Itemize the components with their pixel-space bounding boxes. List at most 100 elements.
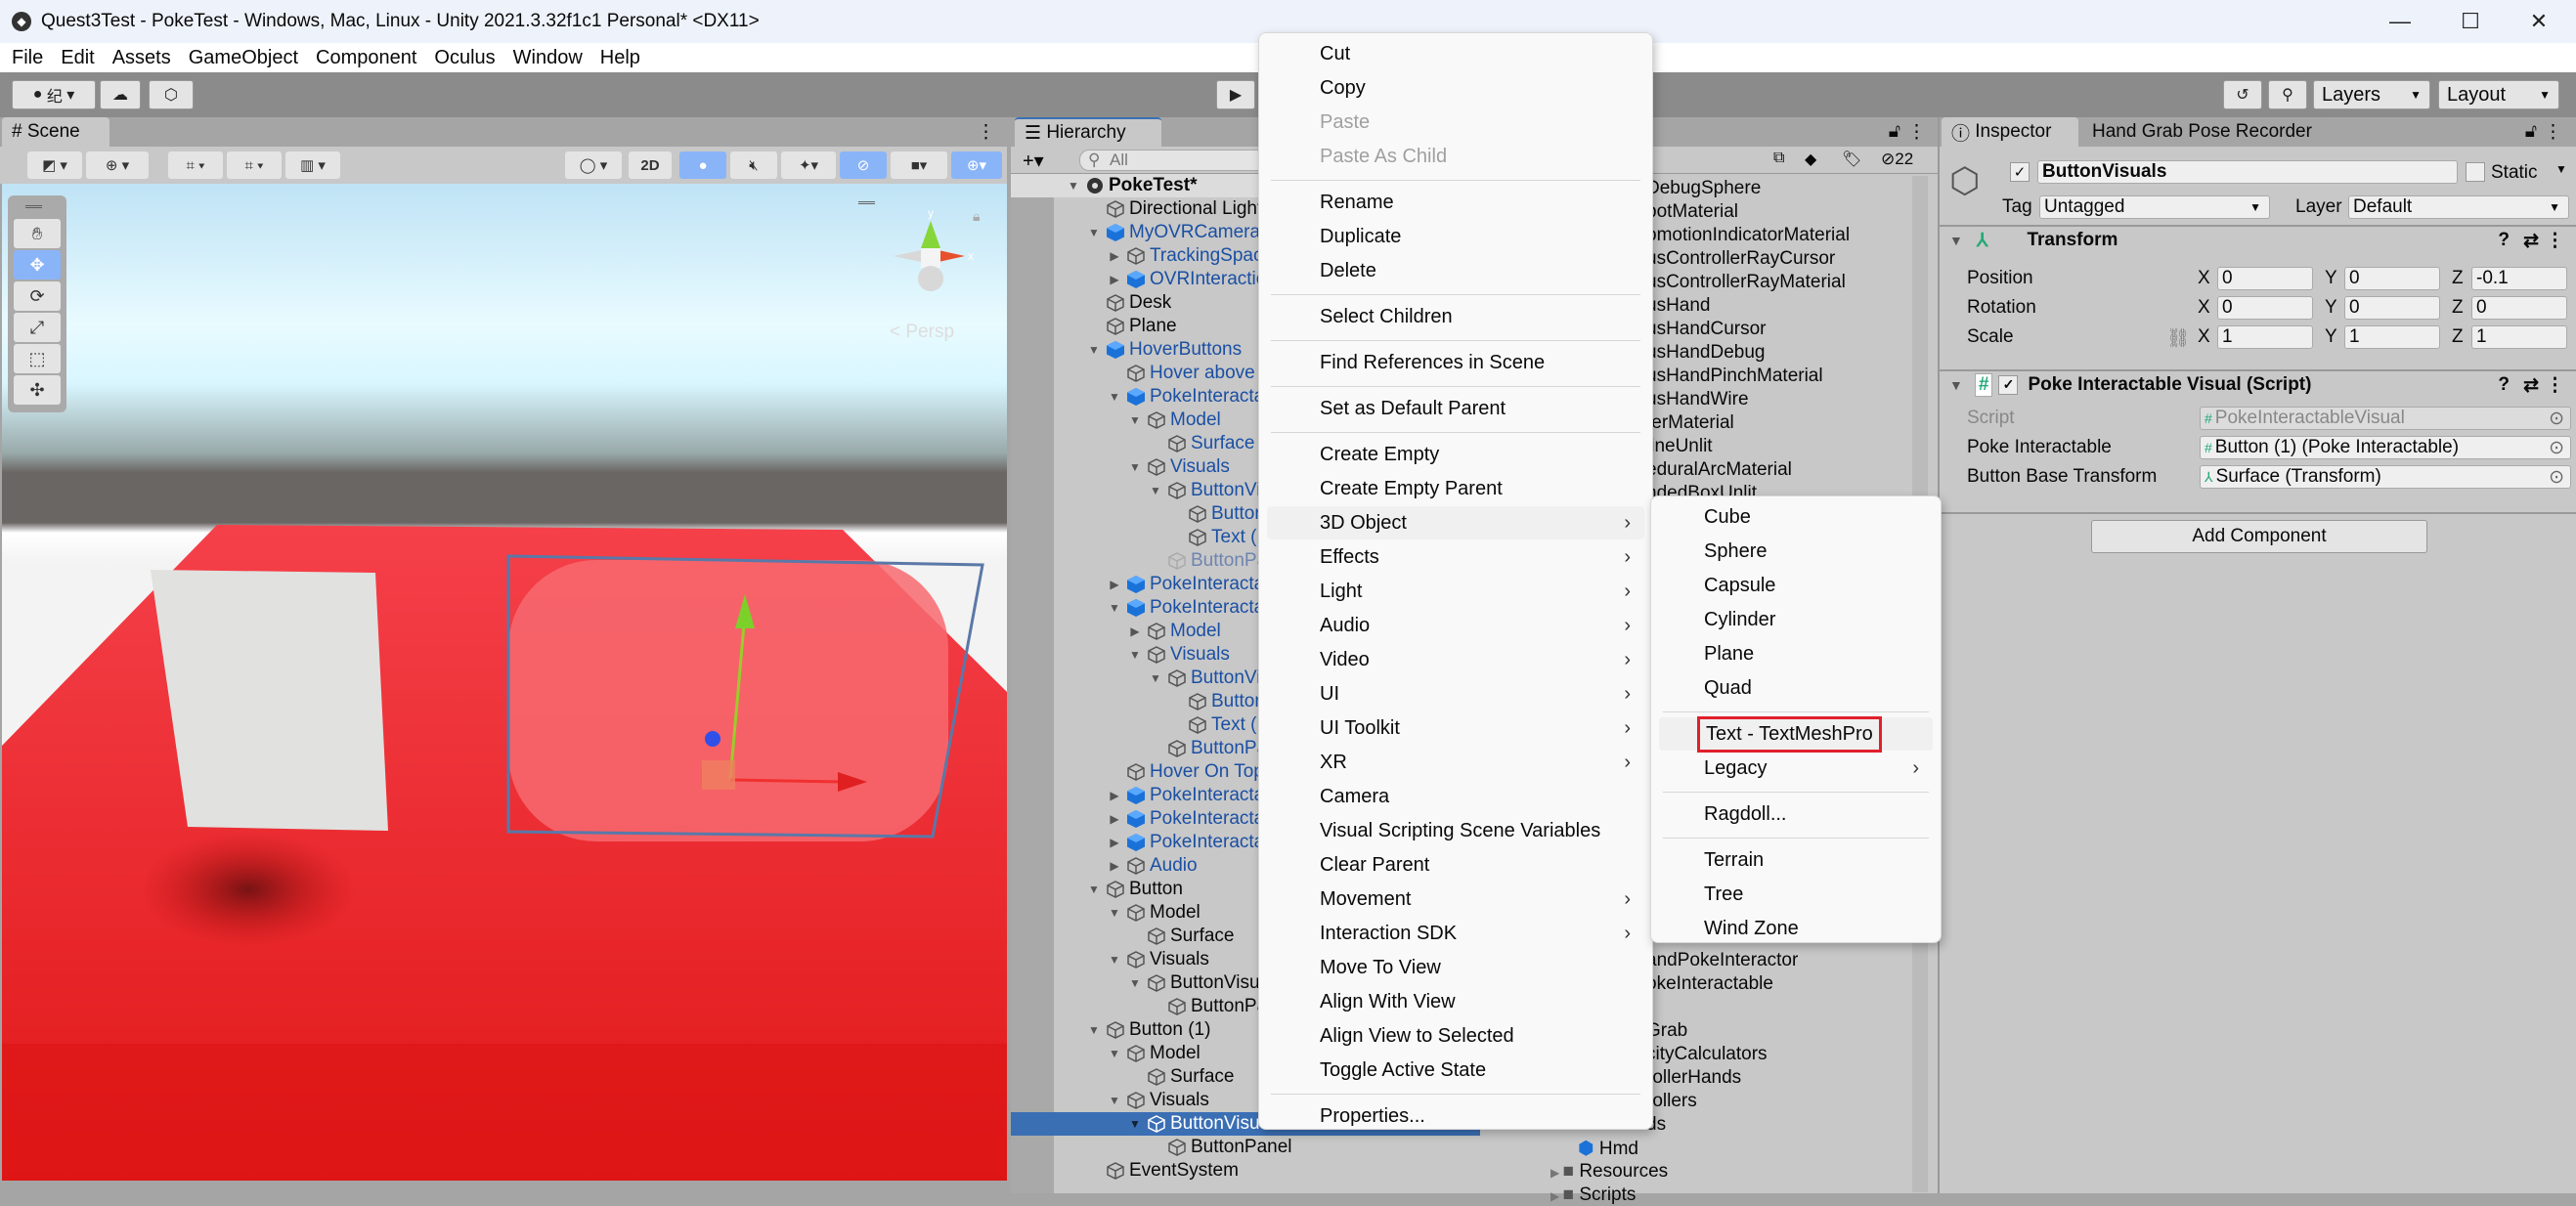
add-component-button[interactable]: Add Component <box>2091 520 2427 553</box>
hierarchy-item[interactable]: Desk <box>1086 291 1171 315</box>
lock-icon[interactable]: 🔒︎ <box>973 208 980 225</box>
project-item[interactable]: usHandWire <box>1646 389 1749 410</box>
hierarchy-item[interactable]: ▼ Visuals <box>1127 643 1230 667</box>
scene-visibility-toggle[interactable]: ⊘ <box>840 151 887 179</box>
hierarchy-item[interactable]: ▼ Model <box>1107 1042 1201 1065</box>
menu-item-ui-toolkit[interactable]: UI Toolkit › <box>1267 711 1644 745</box>
snap-increment-dropdown[interactable]: ⌗ ▾ <box>227 151 282 179</box>
label-icon[interactable]: 🏷︎ <box>1842 150 1861 169</box>
expand-down-icon[interactable]: ▼ <box>1127 413 1143 427</box>
preset-icon[interactable]: ⇄ <box>2523 230 2539 252</box>
project-item[interactable]: cityCalculators <box>1646 1044 1768 1065</box>
draw-mode-dropdown[interactable]: ◩ ▾ <box>27 151 82 179</box>
expand-down-icon[interactable]: ▼ <box>1086 226 1102 239</box>
menu-item-rename[interactable]: Rename <box>1267 186 1644 219</box>
menu-item-3d-object[interactable]: 3D Object › <box>1267 506 1644 539</box>
tab-scene[interactable]: # Scene <box>2 117 109 147</box>
rect-tool[interactable]: ⬚ <box>14 344 61 373</box>
menu-file[interactable]: File <box>12 47 43 69</box>
component-menu-icon[interactable]: ⋮ <box>2546 230 2564 252</box>
project-folder[interactable]: ▶ ■ Scripts <box>1550 1184 1636 1206</box>
hierarchy-item[interactable]: Surface <box>1127 925 1234 948</box>
hierarchy-item[interactable]: ButtonPanel <box>1148 1136 1292 1159</box>
project-item[interactable]: usHandPinchMaterial <box>1646 366 1823 387</box>
menu-item-create-empty[interactable]: Create Empty <box>1267 438 1644 471</box>
menu-item-align-view-to-selected[interactable]: Align View to Selected <box>1267 1019 1644 1053</box>
project-item[interactable]: rollerHands <box>1646 1067 1741 1089</box>
project-item[interactable]: andPokeInteractor <box>1646 950 1798 971</box>
lock-icon[interactable]: 🔓︎ <box>2525 121 2537 143</box>
orientation-gizmo[interactable]: y x <box>882 207 980 305</box>
object-reference-field[interactable]: # Button (1) (Poke Interactable) ⊙ <box>2200 436 2571 459</box>
menu-item-delete[interactable]: Delete <box>1267 254 1644 287</box>
rotation-y-input[interactable]: 0 <box>2344 296 2440 320</box>
tab-hierarchy[interactable]: ☰ Hierarchy <box>1015 117 1161 147</box>
lock-icon[interactable]: 🔓︎ <box>1889 121 1900 143</box>
expand-down-icon[interactable]: ▼ <box>1127 460 1143 474</box>
menu-item-tree[interactable]: Tree <box>1659 878 1933 911</box>
menu-item-text-textmeshpro[interactable]: Text - TextMeshPro <box>1659 715 1933 753</box>
hierarchy-item[interactable]: ▼ Model <box>1107 901 1201 925</box>
menu-component[interactable]: Component <box>316 47 416 69</box>
project-folder[interactable]: ▶ ■ Resources <box>1550 1161 1668 1183</box>
search-by-type-icon[interactable]: ⧉ <box>1773 150 1784 167</box>
project-item[interactable]: terMaterial <box>1646 412 1734 434</box>
hierarchy-item[interactable]: Surface <box>1148 432 1254 455</box>
hierarchy-item[interactable]: Text ( <box>1168 526 1256 549</box>
search-button[interactable]: ⚲ <box>2268 80 2307 109</box>
position-z-input[interactable]: -0.1 <box>2471 267 2567 290</box>
menu-window[interactable]: Window <box>513 47 583 69</box>
menu-item-interaction-sdk[interactable]: Interaction SDK › <box>1267 917 1644 950</box>
menu-item-cylinder[interactable]: Cylinder <box>1659 603 1933 636</box>
expand-right-icon[interactable]: ▶ <box>1107 578 1122 591</box>
expand-down-icon[interactable]: ▼ <box>1107 390 1122 404</box>
hierarchy-item[interactable]: ▼ Visuals <box>1127 455 1230 479</box>
menu-item-move-to-view[interactable]: Move To View <box>1267 951 1644 984</box>
menu-item-video[interactable]: Video › <box>1267 643 1644 676</box>
hierarchy-item[interactable]: Hover On Top <box>1107 760 1264 784</box>
layout-dropdown[interactable]: Layout ▼ <box>2438 80 2559 109</box>
expand-right-icon[interactable]: ▶ <box>1107 249 1122 263</box>
project-item[interactable]: usHandCursor <box>1646 319 1767 340</box>
minimize-button[interactable]: — <box>2366 0 2434 43</box>
project-item[interactable]: DebugSphere <box>1646 178 1761 199</box>
menu-item-wind-zone[interactable]: Wind Zone <box>1659 912 1933 945</box>
expand-down-icon[interactable]: ▼ <box>1086 883 1102 896</box>
panel-menu-icon[interactable]: ⋮ <box>1907 121 1926 144</box>
project-item[interactable]: usHandDebug <box>1646 342 1765 364</box>
position-x-input[interactable]: 0 <box>2217 267 2313 290</box>
layers-dropdown[interactable]: Layers ▼ <box>2313 80 2430 109</box>
play-button[interactable]: ▶ <box>1216 80 1255 109</box>
grid-snap-dropdown[interactable]: ⌗ ▾ <box>168 151 223 179</box>
component-menu-icon[interactable]: ⋮ <box>2546 374 2564 397</box>
expand-down-icon[interactable]: ▼ <box>1107 906 1122 920</box>
expand-down-icon[interactable]: ▼ <box>1127 976 1143 990</box>
menu-gameobject[interactable]: GameObject <box>189 47 298 69</box>
menu-item-clear-parent[interactable]: Clear Parent <box>1267 848 1644 882</box>
hierarchy-item[interactable]: ▶ TrackingSpace <box>1107 244 1273 268</box>
menu-item-find-references-in-scene[interactable]: Find References in Scene <box>1267 346 1644 379</box>
menu-item-toggle-active-state[interactable]: Toggle Active State <box>1267 1054 1644 1087</box>
project-item[interactable]: usControllerRayMaterial <box>1646 272 1846 293</box>
expand-right-icon[interactable]: ▶ <box>1107 859 1122 873</box>
menu-item-ragdoll[interactable]: Ragdoll... <box>1659 797 1933 831</box>
project-item[interactable]: rollers <box>1646 1091 1697 1112</box>
expand-down-icon[interactable]: ▼ <box>1086 343 1102 357</box>
menu-item-create-empty-parent[interactable]: Create Empty Parent <box>1267 472 1644 505</box>
tab-hand-grab-pose-recorder[interactable]: Hand Grab Pose Recorder <box>2082 117 2327 147</box>
menu-item-visual-scripting-scene-variables[interactable]: Visual Scripting Scene Variables <box>1267 814 1644 847</box>
2d-toggle[interactable]: 2D <box>629 151 672 179</box>
menu-item-camera[interactable]: Camera <box>1267 780 1644 813</box>
hierarchy-item[interactable]: ▼ Button (1) <box>1086 1018 1210 1042</box>
expand-down-icon[interactable]: ▼ <box>1148 484 1163 497</box>
hierarchy-item[interactable]: ▼ Model <box>1127 409 1221 432</box>
scale-z-input[interactable]: 1 <box>2471 325 2567 349</box>
expand-down-icon[interactable]: ▼ <box>1127 648 1143 662</box>
filter-type-icon[interactable]: ◆ <box>1805 150 1816 169</box>
menu-item-properties[interactable]: Properties... <box>1267 1099 1644 1133</box>
rotation-x-input[interactable]: 0 <box>2217 296 2313 320</box>
hierarchy-item[interactable]: ▶ Audio <box>1107 854 1197 878</box>
gizmos-dropdown[interactable]: ⊕ ▾ <box>951 151 1002 179</box>
scale-y-input[interactable]: 1 <box>2344 325 2440 349</box>
expand-down-icon[interactable]: ▼ <box>1127 1117 1143 1131</box>
